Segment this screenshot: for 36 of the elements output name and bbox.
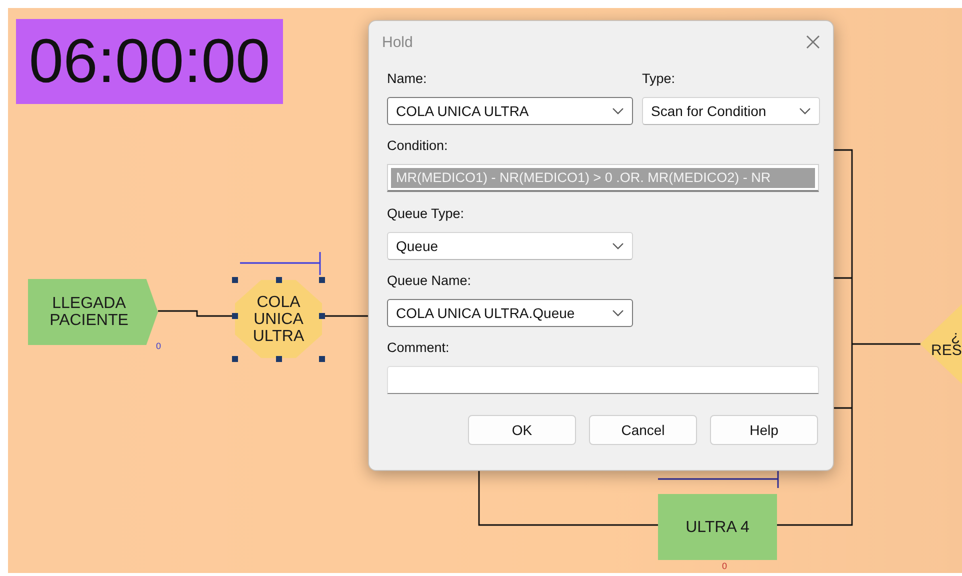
clock-display: 06:00:00 (16, 19, 283, 104)
selection-handle[interactable] (232, 313, 238, 319)
field-label: Condition: (387, 138, 449, 155)
connector-line (322, 315, 368, 317)
selection-handle[interactable] (276, 277, 282, 283)
close-icon[interactable] (805, 34, 821, 50)
count-label: 0 (722, 561, 728, 571)
decision-node[interactable]: ¿ RES (920, 304, 962, 384)
field-label: Name: (387, 71, 428, 88)
field-label: Queue Type: (387, 206, 466, 223)
activity-block[interactable]: ULTRA 4 (658, 494, 777, 560)
dialog-button[interactable]: OK (468, 415, 576, 445)
arrival-block[interactable]: LLEGADA PACIENTE (28, 279, 158, 345)
queue-name-dropdown[interactable]: COLA UNICA ULTRA.Queue (387, 299, 633, 327)
dialog-button[interactable]: Cancel (589, 415, 697, 445)
selection-handle[interactable] (319, 356, 325, 362)
selection-handle[interactable] (319, 277, 325, 283)
selection-handle[interactable] (232, 277, 238, 283)
field-label: Comment: (387, 340, 450, 357)
selection-handle[interactable] (319, 313, 325, 319)
queue-type-dropdown[interactable]: Queue (387, 232, 633, 260)
chevron-down-icon (612, 107, 624, 115)
chevron-down-icon (612, 309, 624, 317)
count-label: 0 (156, 341, 162, 351)
chevron-down-icon (612, 242, 624, 250)
field-label: Queue Name: (387, 273, 472, 290)
dialog-title: Hold (382, 34, 413, 50)
comment-field[interactable] (387, 366, 819, 394)
chevron-down-icon (799, 107, 811, 115)
field-label: Type: (642, 71, 676, 88)
type-dropdown[interactable]: Scan for Condition (642, 97, 820, 125)
selection-handle[interactable] (232, 356, 238, 362)
hold-node[interactable]: COLA UNICA ULTRA (235, 280, 322, 358)
name-dropdown[interactable]: COLA UNICA ULTRA (387, 97, 633, 125)
selection-handle[interactable] (276, 356, 282, 362)
dialog-button[interactable]: Help (710, 415, 818, 445)
